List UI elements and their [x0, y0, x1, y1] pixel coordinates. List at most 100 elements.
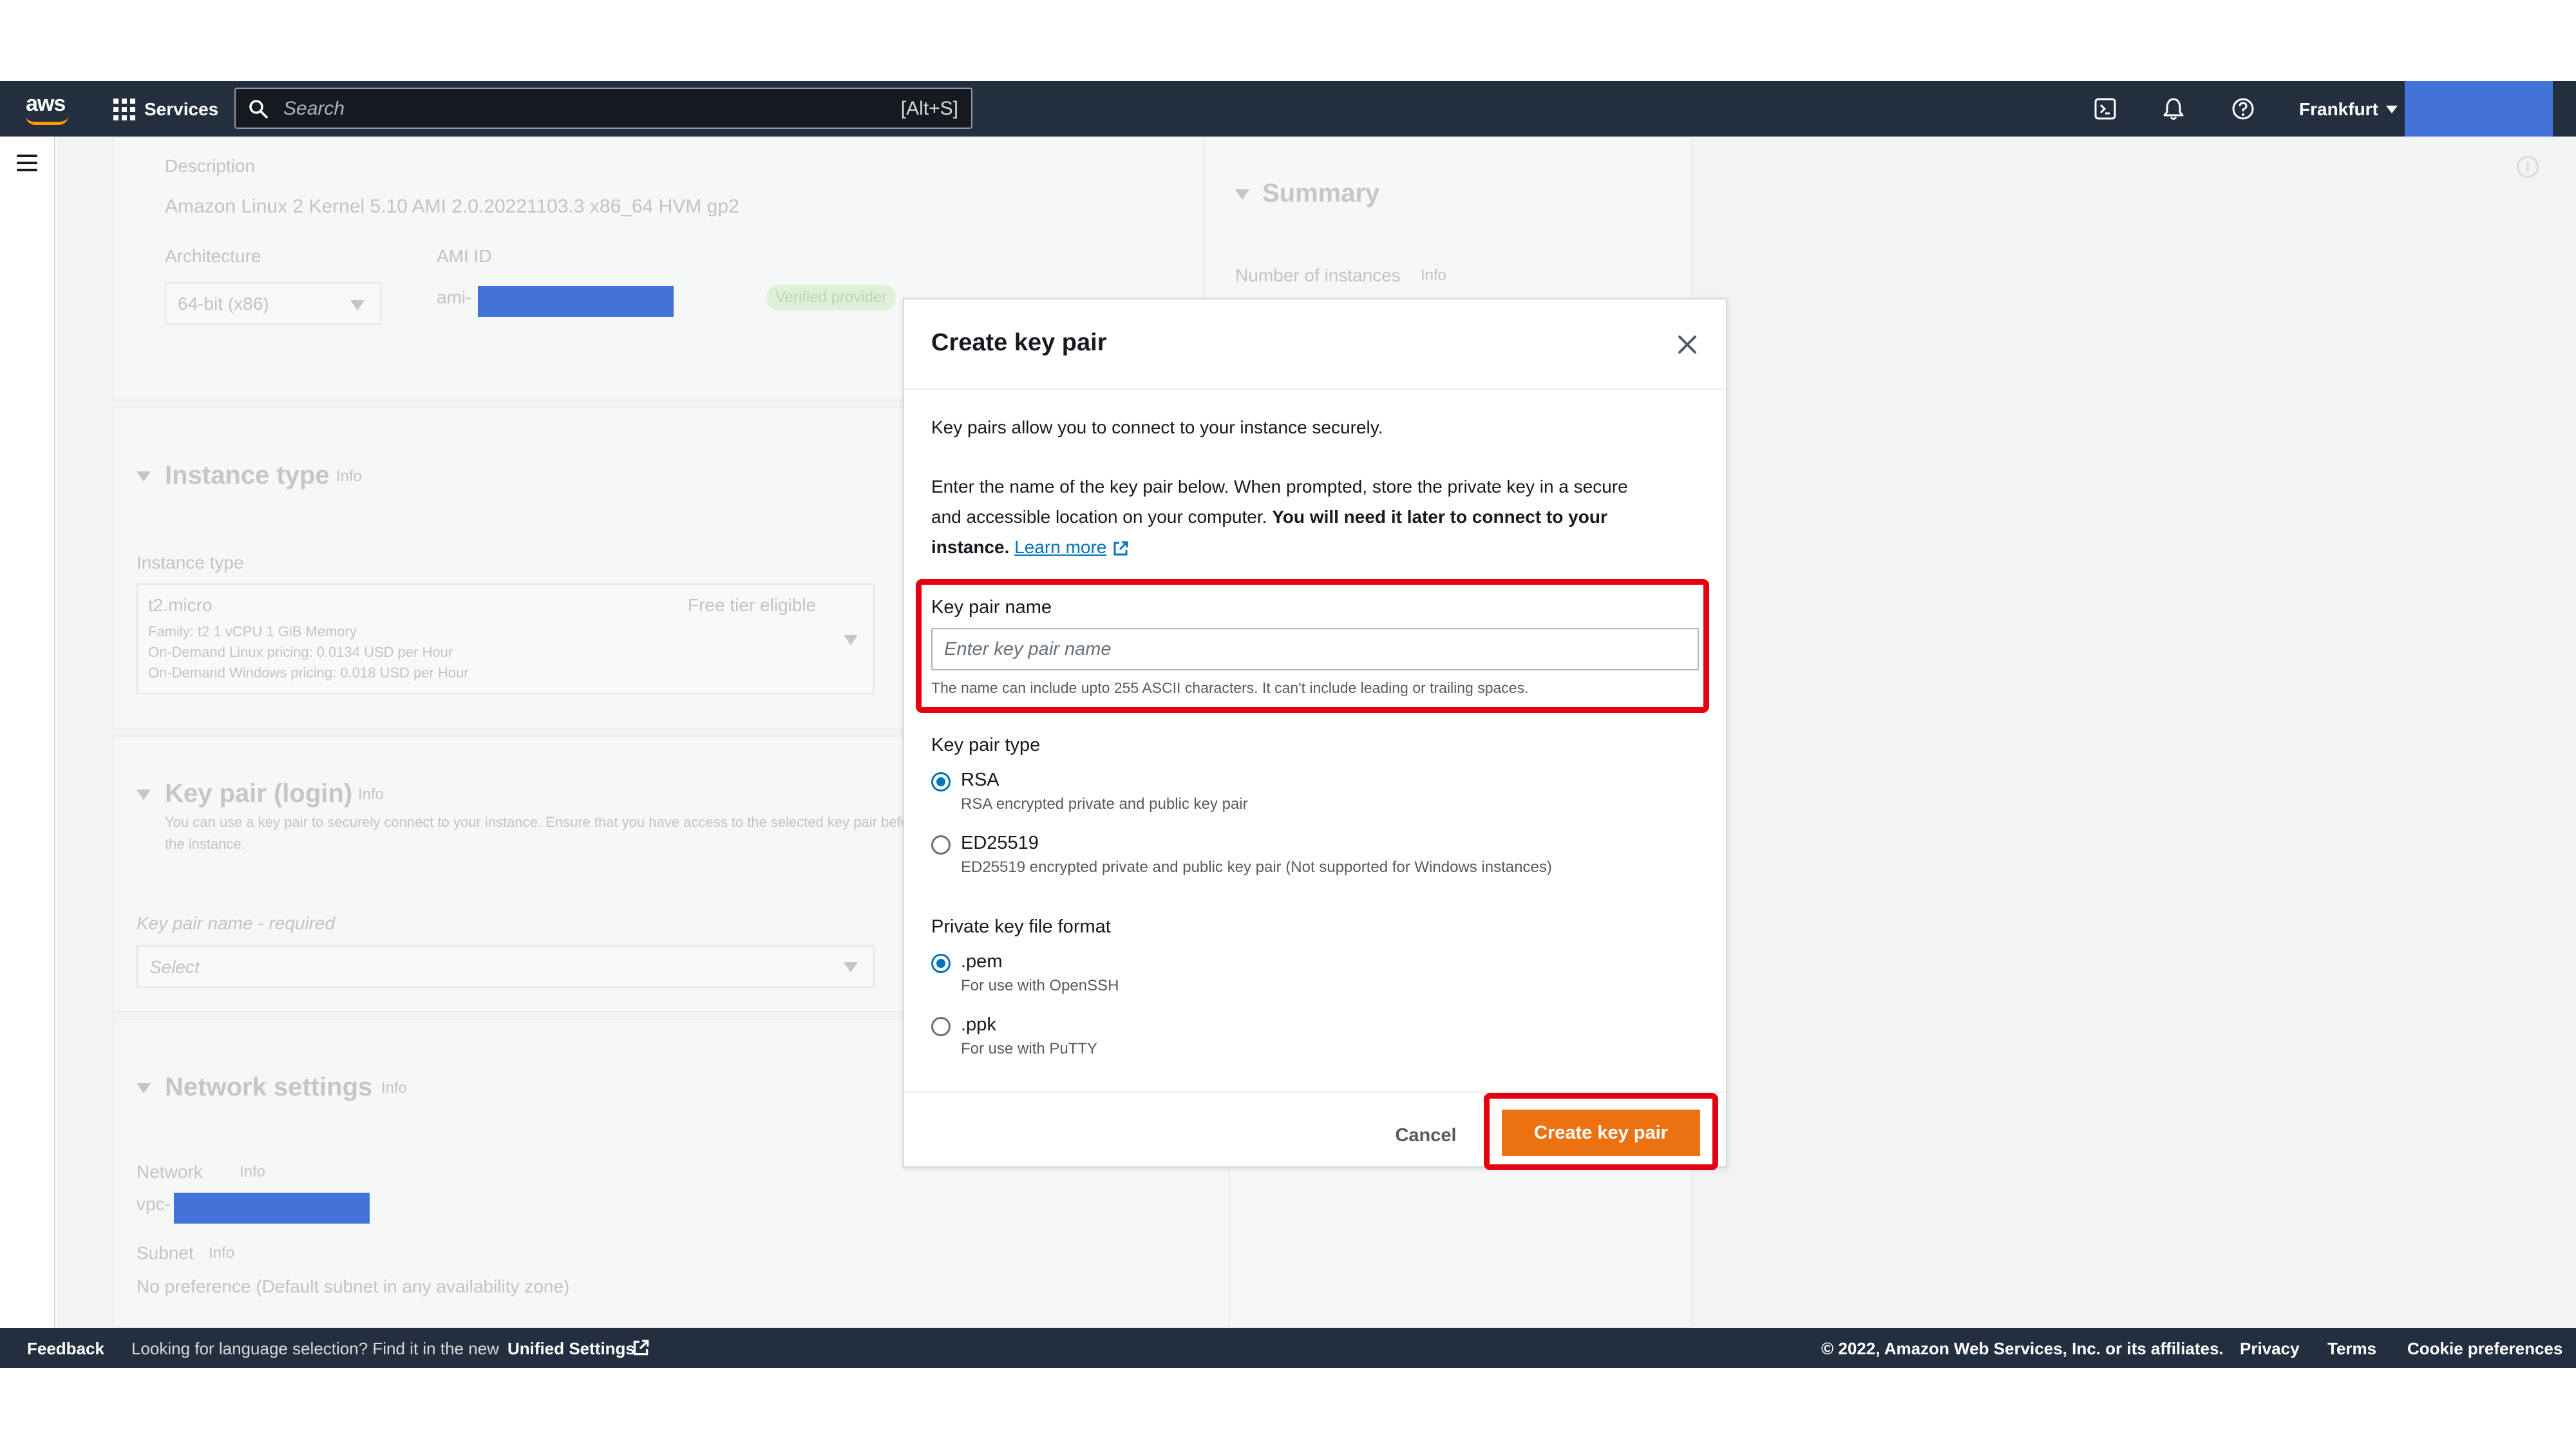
key-pair-info: Info	[358, 786, 384, 803]
key-pair-bg-select	[137, 945, 875, 988]
region-label: Frankfurt	[2299, 99, 2378, 119]
services-menu-button[interactable]: Services	[113, 95, 218, 124]
dialog-para-line-1: Enter the name of the key pair below. Wh…	[931, 477, 1628, 497]
left-side-rail	[0, 137, 55, 1328]
description-label: Description	[165, 156, 256, 176]
subnet-value: No preference (Default subnet in any ava…	[137, 1276, 570, 1296]
key-pair-name-label: Key pair name	[931, 597, 1052, 618]
cancel-button[interactable]: Cancel	[1381, 1116, 1471, 1155]
aws-logo-text: aws	[26, 91, 66, 116]
console-footer: Feedback Looking for language selection?…	[0, 1328, 2576, 1368]
subnet-label: Subnet	[137, 1243, 194, 1263]
key-pair-desc-2: the instance.	[165, 836, 245, 852]
radio-rsa[interactable]	[931, 772, 951, 791]
key-pair-name-help: The name can include upto 255 ASCII char…	[931, 679, 1529, 696]
expand-caret-icon	[137, 1083, 151, 1094]
vpc-prefix: vpc-	[137, 1194, 171, 1214]
services-grid-icon	[113, 99, 135, 120]
summary-title: Summary	[1262, 179, 1380, 207]
network-settings-title: Network settings	[165, 1073, 373, 1101]
feedback-link[interactable]: Feedback	[27, 1339, 104, 1359]
radio-ppk-label: .ppk	[961, 1014, 996, 1035]
external-link-icon[interactable]	[631, 1338, 650, 1358]
radio-pem[interactable]	[931, 954, 951, 973]
info-circle-icon: i	[2517, 156, 2539, 178]
account-menu-redacted[interactable]	[2405, 81, 2553, 137]
summary-info-link: Info	[1421, 267, 1447, 284]
dialog-title: Create key pair	[931, 329, 1107, 356]
radio-ed25519-desc: ED25519 encrypted private and public key…	[961, 858, 1552, 876]
privacy-link[interactable]: Privacy	[2240, 1339, 2300, 1359]
create-key-pair-dialog: Create key pair Key pairs allow you to c…	[903, 298, 1727, 1170]
windows-pricing: On-Demand Windows pricing: 0.018 USD per…	[148, 665, 469, 681]
expand-caret-icon	[1235, 189, 1249, 200]
expand-caret-icon	[137, 471, 151, 482]
architecture-value: 64-bit (x86)	[178, 294, 269, 314]
caret-down-icon	[844, 962, 858, 972]
external-link-icon[interactable]	[1112, 540, 1130, 558]
key-pair-type-label: Key pair type	[931, 735, 1041, 755]
caret-down-icon	[350, 300, 365, 310]
linux-pricing: On-Demand Linux pricing: 0.0134 USD per …	[148, 644, 453, 660]
region-selector[interactable]: Frankfurt	[2299, 95, 2398, 124]
network-info-link: Info	[240, 1163, 266, 1180]
terminal-icon	[2094, 98, 2116, 120]
copyright-text: © 2022, Amazon Web Services, Inc. or its…	[1821, 1339, 2224, 1358]
cookie-preferences-link[interactable]: Cookie preferences	[2407, 1339, 2562, 1359]
verified-provider-badge: Verified provider	[766, 285, 896, 310]
expand-caret-icon	[137, 790, 151, 800]
description-value: Amazon Linux 2 Kernel 5.10 AMI 2.0.20221…	[165, 196, 739, 217]
radio-pem-label: .pem	[961, 951, 1003, 972]
create-key-pair-button[interactable]: Create key pair	[1502, 1110, 1700, 1156]
network-info: Info	[381, 1079, 408, 1097]
notifications-bell-icon[interactable]	[2159, 94, 2188, 124]
chevron-down-icon	[2385, 106, 2398, 113]
radio-ed25519[interactable]	[931, 835, 951, 855]
help-icon[interactable]	[2228, 94, 2258, 124]
top-navigation-bar: aws Services Search [Alt+S] Frankfurt	[0, 81, 2576, 137]
radio-ed25519-label: ED25519	[961, 833, 1039, 853]
vpc-id-redacted	[174, 1193, 370, 1224]
instance-type-value: t2.micro	[148, 595, 213, 615]
dialog-para-line-3: instance. Learn more	[931, 533, 1130, 562]
radio-ppk-desc: For use with PuTTY	[961, 1040, 1098, 1057]
search-input[interactable]: Search [Alt+S]	[234, 88, 972, 129]
instance-type-label: Instance type	[137, 553, 244, 573]
number-of-instances-label: Number of instances	[1235, 265, 1401, 285]
free-tier-label: Free tier eligible	[688, 595, 817, 615]
ami-prefix: ami-	[437, 287, 472, 307]
dialog-para-line-2: and accessible location on your computer…	[931, 507, 1607, 527]
caret-down-icon	[844, 635, 858, 645]
search-placeholder: Search	[283, 98, 345, 119]
question-circle-icon	[2232, 98, 2254, 120]
bell-icon	[2163, 98, 2184, 120]
search-shortcut: [Alt+S]	[900, 98, 958, 119]
close-icon[interactable]	[1674, 332, 1700, 357]
instance-type-info: Info	[336, 468, 363, 485]
radio-rsa-desc: RSA encrypted private and public key pai…	[961, 795, 1248, 813]
architecture-label: Architecture	[165, 246, 261, 266]
cloudshell-icon[interactable]	[2090, 94, 2120, 124]
key-pair-name-input[interactable]	[931, 628, 1699, 670]
dialog-intro-text: Key pairs allow you to connect to your i…	[931, 417, 1383, 437]
subnet-info: Info	[209, 1244, 235, 1262]
terms-link[interactable]: Terms	[2327, 1339, 2376, 1359]
aws-logo[interactable]: aws	[23, 90, 72, 128]
private-key-format-label: Private key file format	[931, 916, 1111, 937]
instance-type-title: Instance type	[165, 461, 330, 489]
key-pair-name-bg-label: Key pair name - required	[137, 913, 336, 933]
radio-ppk[interactable]	[931, 1017, 951, 1036]
dialog-header: Create key pair	[904, 299, 1726, 390]
language-notice: Looking for language selection? Find it …	[131, 1339, 499, 1358]
key-pair-desc-1: You can use a key pair to securely conne…	[165, 814, 951, 830]
learn-more-link[interactable]: Learn more	[1014, 537, 1106, 557]
unified-settings-link[interactable]: Unified Settings	[507, 1339, 635, 1359]
hamburger-menu-icon[interactable]	[17, 155, 37, 171]
radio-rsa-label: RSA	[961, 770, 999, 790]
aws-logo-smile	[26, 116, 68, 125]
services-label: Services	[144, 99, 219, 119]
radio-pem-desc: For use with OpenSSH	[961, 977, 1119, 994]
key-pair-select-placeholder: Select	[149, 957, 200, 977]
search-icon	[249, 100, 268, 118]
ami-id-label: AMI ID	[437, 246, 492, 266]
